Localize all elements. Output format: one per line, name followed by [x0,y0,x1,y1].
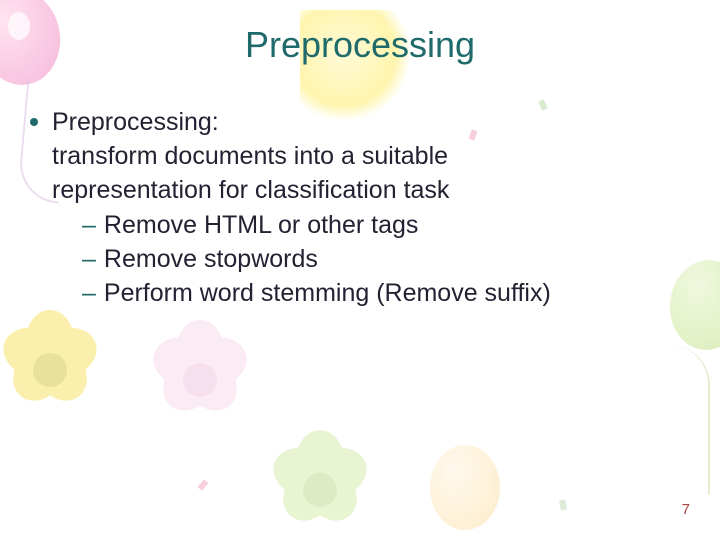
sub-bullet-item: – Remove HTML or other tags [82,209,700,243]
sub-bullet-text: Perform word stemming (Remove suffix) [104,277,551,311]
confetti-icon [197,479,208,491]
sub-bullet-list: – Remove HTML or other tags – Remove sto… [82,209,700,310]
flower-pink-icon [140,320,260,440]
bullet-item: Preprocessing: transform documents into … [30,106,700,311]
dash-icon: – [82,209,96,243]
sub-bullet-text: Remove stopwords [104,243,318,277]
balloon-string-icon [668,345,710,495]
bullet-icon [30,118,38,126]
bullet-text: Preprocessing: transform documents into … [52,106,700,311]
page-number: 7 [682,501,690,518]
dash-icon: – [82,277,96,311]
content-area: Preprocessing Preprocessing: transform d… [0,0,720,311]
dash-icon: – [82,243,96,277]
confetti-icon [559,500,567,511]
slide-title: Preprocessing [0,0,720,76]
sub-bullet-item: – Remove stopwords [82,243,700,277]
body-text: Preprocessing: transform documents into … [0,76,720,311]
slide: Preprocessing Preprocessing: transform d… [0,0,720,540]
balloon-yellow-icon [430,445,500,530]
flower-green-icon [260,430,380,540]
sub-bullet-text: Remove HTML or other tags [104,209,418,243]
bullet-desc-line: representation for classification task [52,174,700,208]
bullet-desc-line: transform documents into a suitable [52,140,700,174]
sub-bullet-item: – Perform word stemming (Remove suffix) [82,277,700,311]
flower-yellow-icon [0,310,110,430]
bullet-lead: Preprocessing: [52,106,700,140]
